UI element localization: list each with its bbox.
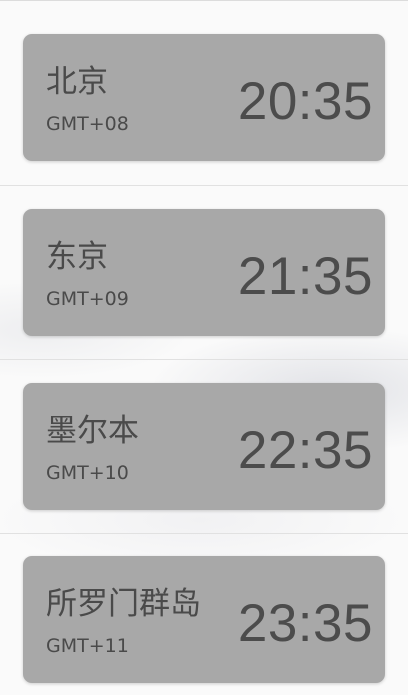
clock-row: 墨尔本 GMT+10 22:35 [0, 349, 408, 522]
clock-card[interactable]: 北京 GMT+08 20:35 [23, 34, 385, 161]
clock-time: 22:35 [237, 421, 373, 480]
clock-card[interactable]: 墨尔本 GMT+10 22:35 [23, 383, 385, 510]
timezone-label: GMT+10 [46, 462, 129, 484]
city-name: 所罗门群岛 [46, 586, 201, 622]
timezone-label: GMT+09 [46, 288, 129, 310]
clock-row: 北京 GMT+08 20:35 [0, 0, 408, 173]
clock-card[interactable]: 东京 GMT+09 21:35 [23, 209, 385, 336]
city-name: 北京 [46, 64, 108, 100]
clock-time: 21:35 [237, 247, 373, 306]
clock-row: 东京 GMT+09 21:35 [0, 175, 408, 348]
city-name: 墨尔本 [46, 413, 139, 449]
clock-time: 20:35 [237, 72, 373, 131]
clock-row: 所罗门群岛 GMT+11 23:35 [0, 522, 408, 695]
timezone-label: GMT+11 [46, 635, 129, 657]
clock-card[interactable]: 所罗门群岛 GMT+11 23:35 [23, 556, 385, 683]
clock-time: 23:35 [237, 594, 373, 653]
timezone-label: GMT+08 [46, 113, 129, 135]
city-name: 东京 [46, 239, 108, 275]
